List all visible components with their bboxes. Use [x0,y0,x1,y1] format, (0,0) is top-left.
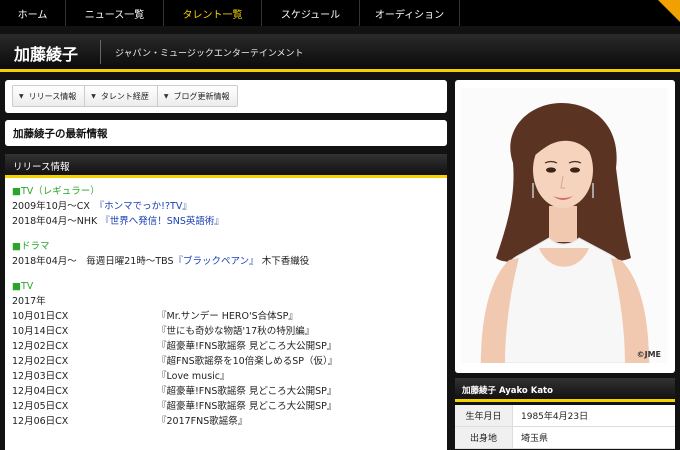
row-program: 『2017FNS歌謡祭』 [157,416,248,427]
triangle-down-icon: ▼ [19,92,24,100]
table-row: 12月02日CX 『超豪華!FNS歌謡祭 見どころ大公開SP』 [12,339,440,354]
row-date: 12月05日CX [12,401,69,412]
table-row: 12月05日CX 『超豪華!FNS歌謡祭 見どころ大公開SP』 [12,399,440,414]
table-row: 12月02日CX 『超FNS歌謡祭を10倍楽しめるSP（仮）』 [12,354,440,369]
row-program: 『超FNS歌謡祭を10倍楽しめるSP（仮）』 [157,356,338,367]
section-title: ■ドラマ [12,241,50,252]
table-row: 生年月日 1985年4月23日 [455,405,675,427]
role-text: 木下香織役 [261,256,310,267]
year-label: 2017年 [12,296,46,307]
latest-info-panel: 加藤綾子の最新情報 [5,120,447,146]
nav-item-home[interactable]: ホーム [0,0,66,26]
profile-photo-card: ©JME [455,80,675,373]
row-date: 12月02日CX [12,356,69,367]
profile-table: 生年月日 1985年4月23日 出身地 埼玉県 [455,405,675,449]
page-header: 加藤綾子 ジャパン・ミュージックエンターテインメント [0,34,680,72]
table-row: 出身地 埼玉県 [455,427,675,449]
program-link[interactable]: 『ブラックペアン』 [174,256,259,267]
list-item: 2018年04月〜 毎週日曜21時〜TBS『ブラックペアン』 木下香織役 [12,254,440,269]
release-content: ■TV（レギュラー） 2009年10月〜CX 『ホンマでっか!?TV』 2018… [5,178,447,450]
agency-name: ジャパン・ミュージックエンターテインメント [115,49,304,59]
row-date: 12月02日CX [12,341,69,352]
row-program: 『超豪華!FNS歌謡祭 見どころ大公開SP』 [157,386,337,397]
portrait-illustration [480,103,650,363]
nav-item-news[interactable]: ニュース一覧 [66,0,164,26]
row-date: 10月01日CX [12,311,69,322]
latest-info-title: 加藤綾子の最新情報 [13,128,108,140]
row-program: 『世にも奇妙な物語'17秋の特別編』 [157,326,315,337]
row-label: 生年月日 [455,405,513,426]
list-item: 2018年04月〜NHK 『世界へ発信！SNS英語術』 [12,214,440,229]
row-program: 『超豪華!FNS歌謡祭 見どころ大公開SP』 [157,401,337,412]
list-item: 2009年10月〜CX 『ホンマでっか!?TV』 [12,199,440,214]
profile-photo: ©JME [461,88,667,363]
row-date: 10月14日CX [12,326,69,337]
nav-item-schedule[interactable]: スケジュール [262,0,360,26]
release-info-title: リリース情報 [13,162,70,173]
nav-item-talent[interactable]: タレント一覧 [164,0,262,26]
sub-tab-group: ▼ リリース情報 ▼ タレント経歴 ▼ ブログ更新情報 [12,85,239,107]
row-date: 12月04日CX [12,386,69,397]
section-title: ■TV [12,281,34,292]
row-value: 埼玉県 [521,434,549,444]
row-date: 12月03日CX [12,371,69,382]
tab-talent-history[interactable]: ▼ タレント経歴 [85,86,158,106]
item-date: 2018年04月〜NHK [12,216,101,227]
tab-label: ブログ更新情報 [173,91,230,101]
row-program: 『Love music』 [157,371,230,382]
top-nav: ホーム ニュース一覧 タレント一覧 スケジュール オーディション [0,0,680,26]
triangle-down-icon: ▼ [91,92,96,100]
section-tv-regular: ■TV（レギュラー） 2009年10月〜CX 『ホンマでっか!?TV』 2018… [12,184,440,229]
row-program: 『超豪華!FNS歌謡祭 見どころ大公開SP』 [157,341,337,352]
section-drama: ■ドラマ 2018年04月〜 毎週日曜21時〜TBS『ブラックペアン』 木下香織… [12,239,440,269]
table-row: 12月03日CX 『Love music』 [12,369,440,384]
row-value: 1985年4月23日 [521,412,589,422]
tab-label: タレント経歴 [100,91,149,101]
table-row: 10月14日CX 『世にも奇妙な物語'17秋の特別編』 [12,324,440,339]
section-tv: ■TV 2017年 10月01日CX 『Mr.サンデー HERO'S合体SP』 1… [12,279,440,429]
corner-badge[interactable] [658,0,680,22]
row-date: 12月06日CX [12,416,69,427]
row-label: 出身地 [455,427,513,448]
table-row: 12月04日CX 『超豪華!FNS歌謡祭 見どころ大公開SP』 [12,384,440,399]
tab-blog-updates[interactable]: ▼ ブログ更新情報 [158,86,238,106]
profile-title: 加藤綾子 Ayako Kato [462,386,553,396]
table-row: 10月01日CX 『Mr.サンデー HERO'S合体SP』 [12,309,440,324]
sub-tabs-panel: ▼ リリース情報 ▼ タレント経歴 ▼ ブログ更新情報 [5,80,447,113]
release-info-bar: リリース情報 [5,154,447,178]
nav-item-audition[interactable]: オーディション [360,0,460,26]
item-date: 2018年04月〜 毎週日曜21時〜TBS [12,256,174,267]
profile-bar: 加藤綾子 Ayako Kato [455,378,675,402]
program-link[interactable]: 『世界へ発信！SNS英語術』 [100,216,224,227]
triangle-down-icon: ▼ [163,92,169,100]
talent-name: 加藤綾子 [14,45,79,64]
table-row: 12月06日CX 『2017FNS歌謡祭』 [12,414,440,429]
row-program: 『Mr.サンデー HERO'S合体SP』 [157,311,298,322]
program-link[interactable]: 『ホンマでっか!?TV』 [99,201,191,212]
tab-label: リリース情報 [28,91,77,101]
header-divider [100,40,101,64]
photo-credit: ©JME [636,350,661,359]
item-date: 2009年10月〜CX [12,201,100,212]
section-title: ■TV（レギュラー） [12,186,100,197]
tab-release-info[interactable]: ▼ リリース情報 [13,86,86,106]
